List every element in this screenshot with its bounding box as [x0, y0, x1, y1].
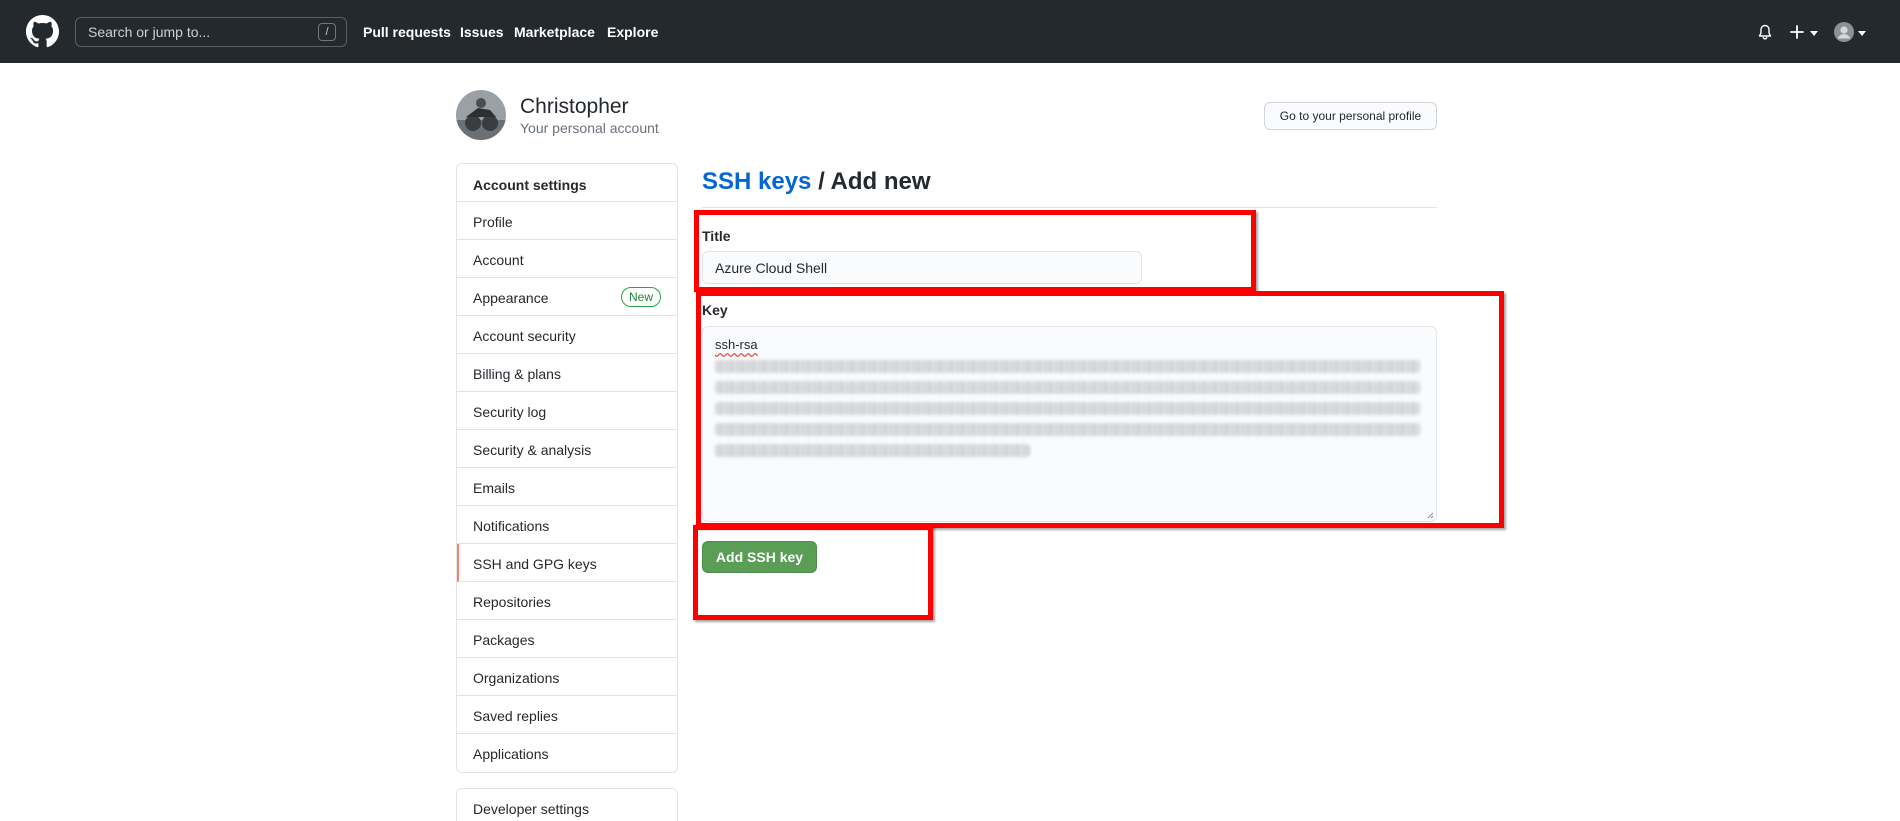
title-divider: [702, 207, 1437, 208]
annotation-box-title: [694, 210, 1256, 292]
sidebar-item-label: Packages: [473, 632, 535, 648]
sidebar-heading: Account settings: [457, 164, 677, 202]
nav-issues[interactable]: Issues: [460, 24, 504, 40]
sidebar-item-label: Organizations: [473, 670, 560, 686]
breadcrumb-separator: /: [811, 168, 831, 195]
annotation-box-button: [693, 525, 933, 620]
sidebar-item-label: Account: [473, 252, 524, 268]
avatar-icon: [1834, 22, 1854, 42]
sidebar-item-ssh-gpg-keys[interactable]: SSH and GPG keys: [457, 544, 677, 582]
sidebar-item-notifications[interactable]: Notifications: [457, 506, 677, 544]
new-badge: New: [620, 287, 661, 307]
sidebar-item-packages[interactable]: Packages: [457, 620, 677, 658]
go-to-profile-button[interactable]: Go to your personal profile: [1264, 102, 1437, 130]
sidebar-item-label: Security & analysis: [473, 442, 592, 458]
sidebar-item-label: SSH and GPG keys: [473, 556, 597, 572]
nav-pull-requests[interactable]: Pull requests: [363, 24, 451, 40]
search-placeholder: Search or jump to...: [88, 24, 211, 40]
annotation-box-key: [696, 291, 1504, 528]
caret-down-icon: [1858, 31, 1866, 36]
settings-sidebar: Account settings Profile Account Appeara…: [456, 163, 678, 773]
sidebar-item-emails[interactable]: Emails: [457, 468, 677, 506]
sidebar-item-label: Saved replies: [473, 708, 558, 724]
account-subtitle: Your personal account: [520, 120, 659, 136]
sidebar-item-label: Applications: [473, 746, 549, 762]
sidebar-item-label: Profile: [473, 214, 513, 230]
nav-marketplace[interactable]: Marketplace: [514, 24, 595, 40]
sidebar-item-label: Appearance: [473, 290, 549, 306]
global-header: Search or jump to... / Pull requests Iss…: [0, 0, 1900, 63]
breadcrumb-current: Add new: [830, 168, 931, 195]
bell-icon[interactable]: [1757, 24, 1773, 41]
sidebar-item-label: Billing & plans: [473, 366, 561, 382]
sidebar-item-profile[interactable]: Profile: [457, 202, 677, 240]
search-input[interactable]: Search or jump to... /: [75, 17, 347, 47]
sidebar-item-label: Notifications: [473, 518, 550, 534]
github-logo-icon[interactable]: [26, 15, 59, 48]
sidebar-item-account[interactable]: Account: [457, 240, 677, 278]
sidebar-item-applications[interactable]: Applications: [457, 734, 677, 772]
sidebar-item-account-security[interactable]: Account security: [457, 316, 677, 354]
account-name: Christopher: [520, 95, 629, 118]
sidebar-item-appearance[interactable]: Appearance New: [457, 278, 677, 316]
sidebar-item-label: Security log: [473, 404, 547, 420]
sidebar-item-label: Emails: [473, 480, 516, 496]
sidebar-item-label: Account security: [473, 328, 576, 344]
breadcrumb-ssh-keys-link[interactable]: SSH keys: [702, 168, 811, 195]
caret-down-icon: [1810, 31, 1818, 36]
sidebar-item-developer-settings[interactable]: Developer settings: [456, 788, 678, 821]
sidebar-item-label: Developer settings: [473, 801, 589, 817]
sidebar-item-billing[interactable]: Billing & plans: [457, 354, 677, 392]
sidebar-item-label: Repositories: [473, 594, 551, 610]
sidebar-item-organizations[interactable]: Organizations: [457, 658, 677, 696]
sidebar-item-repositories[interactable]: Repositories: [457, 582, 677, 620]
sidebar-item-saved-replies[interactable]: Saved replies: [457, 696, 677, 734]
sidebar-item-security-analysis[interactable]: Security & analysis: [457, 430, 677, 468]
search-shortcut-hint: /: [318, 23, 336, 41]
nav-explore[interactable]: Explore: [607, 24, 658, 40]
sidebar-item-security-log[interactable]: Security log: [457, 392, 677, 430]
plus-icon: [1790, 25, 1804, 39]
page-title: SSH keys / Add new: [702, 168, 931, 196]
account-avatar: [456, 90, 506, 140]
